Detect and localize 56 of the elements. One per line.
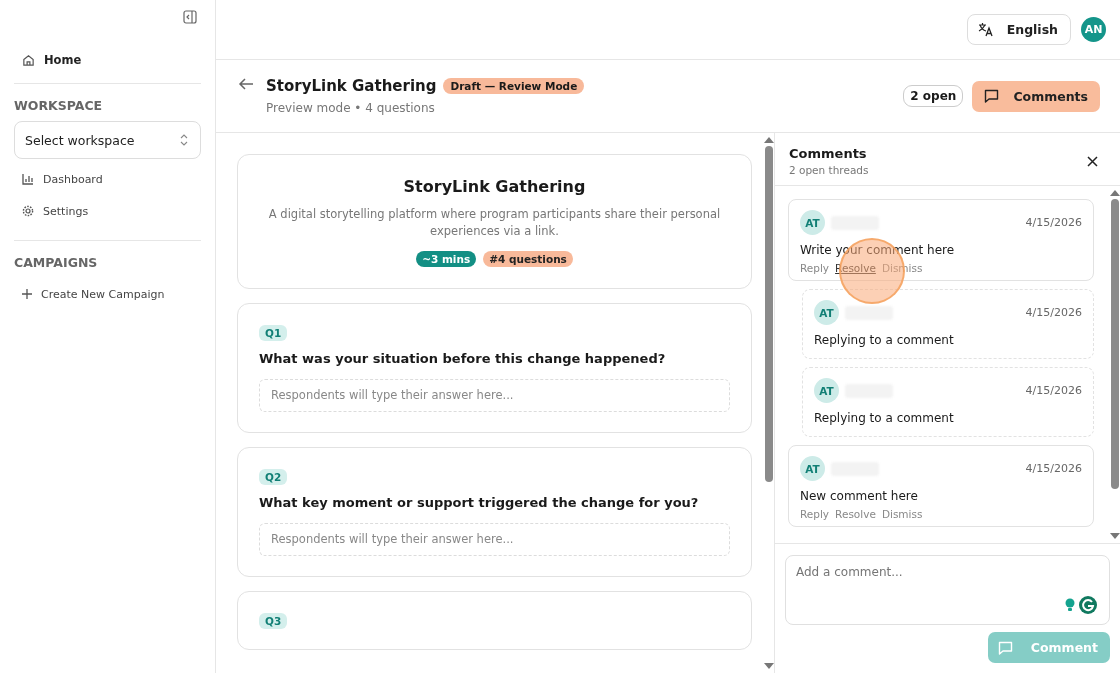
sidebar-toggle-icon[interactable] <box>183 10 197 24</box>
comment-icon <box>984 89 1000 103</box>
comment-action-link[interactable]: Reply <box>800 262 830 274</box>
commenter-avatar: AT <box>814 378 839 403</box>
section-heading: WORKSPACE <box>14 98 104 113</box>
user-avatar[interactable]: AN <box>1081 17 1106 42</box>
comment-date: 4/15/2026 <box>1025 216 1082 229</box>
comment-icon <box>997 640 1013 655</box>
workspace-select[interactable]: Select workspace <box>14 121 201 159</box>
answer-field[interactable]: Respondents will type their answer here... <box>259 378 730 412</box>
question-count-badge: #4 questions <box>483 250 573 267</box>
comment-text: New comment here <box>800 489 919 503</box>
page-title: StoryLink Gathering <box>266 77 437 95</box>
question-text: What key moment or support triggered the change for you? <box>259 494 699 510</box>
settings-icon <box>22 205 34 217</box>
sidebar-item[interactable]: Settings <box>14 195 201 227</box>
comment-date: 4/15/2026 <box>1025 306 1082 319</box>
blurred-name <box>845 305 893 320</box>
plus-icon <box>22 289 32 299</box>
commenter-avatar: AT <box>800 210 825 235</box>
question-number-badge: Q3 <box>259 612 288 629</box>
question-text: What was your situation before this change happened? <box>259 350 666 366</box>
comment-date: 4/15/2026 <box>1025 384 1082 397</box>
section-heading: CAMPAIGNS <box>14 255 99 270</box>
create-campaign-link[interactable]: Create New Campaign <box>14 278 201 310</box>
bar-chart-icon <box>22 173 34 185</box>
question-number-badge: Q2 <box>259 468 288 485</box>
comment-action-link[interactable]: Reply <box>800 508 830 520</box>
duration-badge: ~3 mins <box>416 250 477 267</box>
comment-text: Replying to a comment <box>814 411 955 425</box>
open-count-badge: 2 open <box>903 85 964 107</box>
home-icon <box>22 53 35 67</box>
close-icon[interactable] <box>1087 155 1098 167</box>
comment-text: Replying to a comment <box>814 333 955 347</box>
survey-description: A digital storytelling platform where program participants share their personal experiences via a link. <box>267 206 722 241</box>
comment-text: Write your comment here <box>800 243 956 257</box>
comment-input[interactable]: Add a comment... <box>785 555 1110 625</box>
home-link[interactable]: Home <box>14 50 201 70</box>
panel-title: Comments <box>789 146 868 161</box>
language-button[interactable]: English <box>966 14 1071 45</box>
status-badge: Draft — Review Mode <box>443 78 585 94</box>
comment-action-link[interactable]: Dismiss <box>881 508 923 520</box>
sidebar-item[interactable]: Dashboard <box>14 163 201 195</box>
commenter-avatar: AT <box>814 300 839 325</box>
translate-icon <box>977 22 993 37</box>
commenter-avatar: AT <box>800 456 825 481</box>
comment-action-link[interactable]: Resolve <box>835 508 876 520</box>
panel-subtitle: 2 open threads <box>789 164 869 176</box>
comments-button[interactable]: Comments <box>972 80 1100 112</box>
chevron-updown-icon <box>180 134 188 146</box>
answer-field[interactable]: Respondents will type their answer here... <box>259 522 730 556</box>
comment-date: 4/15/2026 <box>1025 462 1082 475</box>
page-subtitle: Preview mode • 4 questions <box>266 101 436 115</box>
back-arrow-icon[interactable] <box>238 77 254 91</box>
question-number-badge: Q1 <box>259 324 288 341</box>
survey-title: StoryLink Gathering <box>403 177 586 196</box>
